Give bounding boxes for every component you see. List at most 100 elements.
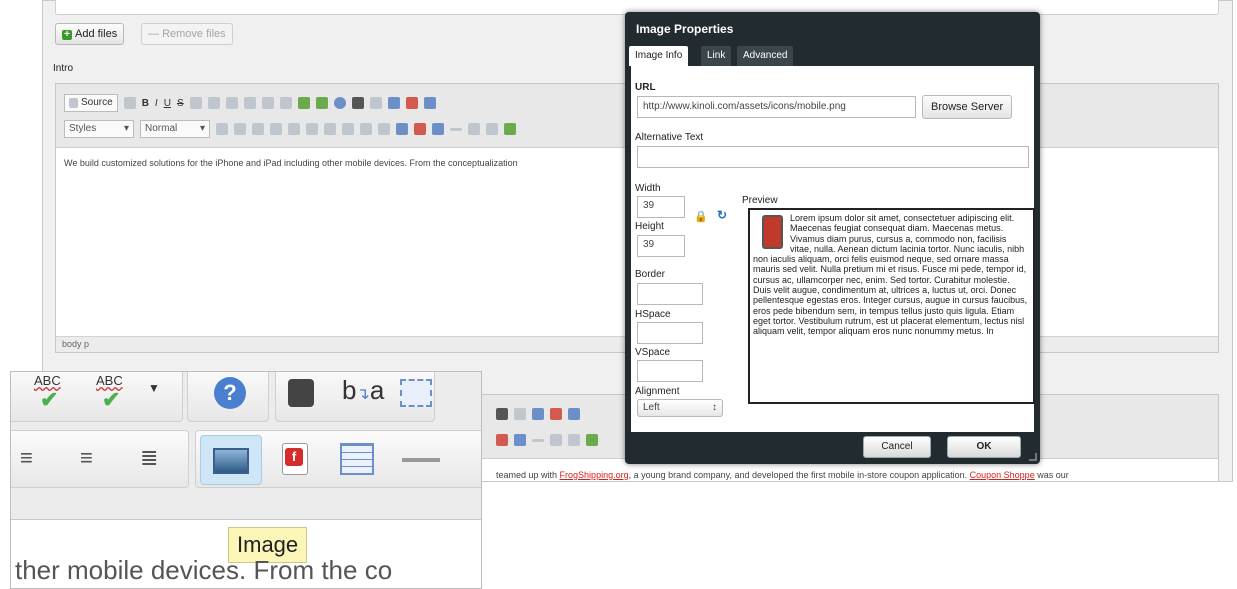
url-input[interactable]: http://www.kinoli.com/assets/icons/mobil… (637, 96, 916, 118)
border-input[interactable] (637, 283, 703, 305)
find-icon[interactable] (351, 97, 364, 109)
bulleted-list-icon[interactable] (207, 97, 220, 109)
horizontal-rule-icon[interactable] (402, 458, 440, 462)
flash-icon[interactable] (496, 434, 508, 446)
numbered-list-icon[interactable] (189, 97, 202, 109)
chevron-down-icon: ▾ (199, 123, 205, 134)
page-break-icon[interactable] (568, 434, 580, 446)
mobile-phone-icon (762, 215, 783, 249)
templates-icon[interactable] (123, 97, 136, 109)
replace-icon[interactable]: b↴a (342, 375, 384, 406)
ok-button[interactable]: OK (947, 436, 1021, 458)
find-icon[interactable] (288, 379, 314, 407)
italic-icon[interactable]: I (155, 98, 158, 109)
image-button[interactable] (200, 435, 262, 485)
alt-text-input[interactable] (637, 146, 1029, 168)
bg-color-icon[interactable] (234, 123, 246, 135)
horizontal-rule-icon[interactable] (450, 127, 462, 131)
align-left-icon[interactable]: ≡ (20, 447, 33, 469)
height-input[interactable]: 39 (637, 235, 685, 257)
alignment-select[interactable]: Left ↕ (637, 399, 723, 417)
add-files-button[interactable]: + Add files (55, 23, 125, 45)
print-icon[interactable] (279, 97, 292, 109)
flash-icon[interactable] (414, 123, 426, 135)
outdent-icon[interactable] (252, 123, 264, 135)
flash-icon[interactable]: f (282, 443, 308, 475)
hspace-input[interactable] (637, 322, 703, 344)
cancel-button[interactable]: Cancel (863, 436, 931, 458)
blockquote-icon[interactable] (288, 123, 300, 135)
spellcheck-check-icon[interactable]: ✔ (40, 387, 58, 413)
lower-toolbar-row-2 (496, 429, 598, 451)
table-icon[interactable] (340, 443, 374, 475)
special-char-icon[interactable] (468, 123, 480, 135)
replace-icon[interactable] (514, 408, 526, 420)
styles-combo[interactable]: Styles ▾ (64, 120, 134, 138)
lower-link-frogshipping[interactable]: FrogShipping.org (560, 470, 629, 480)
help-icon[interactable]: ? (214, 377, 246, 409)
select-all-icon[interactable] (400, 379, 432, 407)
indent-icon[interactable] (270, 123, 282, 135)
replace-icon[interactable] (369, 97, 382, 109)
format-combo[interactable]: Normal ▾ (140, 120, 210, 138)
align-right-icon[interactable]: ≡ (80, 447, 93, 469)
vspace-label: VSpace (635, 347, 671, 358)
bold-icon[interactable]: B (142, 98, 149, 109)
spellcheck-menu-icon[interactable] (315, 97, 328, 109)
table-icon[interactable] (514, 434, 526, 446)
chevron-down-icon[interactable]: ▼ (148, 381, 160, 395)
help-icon[interactable] (333, 97, 346, 109)
lock-ratio-icon[interactable]: 🔒 (694, 210, 708, 223)
editor-body-text[interactable]: We build customized solutions for the iP… (64, 158, 634, 168)
maximize-icon[interactable] (423, 97, 436, 109)
resize-handle[interactable] (1029, 453, 1037, 461)
lower-body-text[interactable]: teamed up with FrogShipping.org, a young… (496, 470, 1218, 480)
spellcheck-icon[interactable] (297, 97, 310, 109)
iframe-icon[interactable] (586, 434, 598, 446)
remove-format-icon[interactable] (405, 97, 418, 109)
find-icon[interactable] (496, 408, 508, 420)
url-label: URL (635, 82, 656, 93)
underline-icon[interactable]: U (164, 98, 171, 109)
select-all-icon[interactable] (532, 408, 544, 420)
border-label: Border (635, 269, 666, 280)
maximize-icon[interactable] (568, 408, 580, 420)
special-char-icon[interactable] (550, 434, 562, 446)
page-break-icon[interactable] (486, 123, 498, 135)
preview-text: Lorem ipsum dolor sit amet, consectetuer… (753, 213, 1028, 337)
align-center-icon[interactable] (342, 123, 354, 135)
lower-link-coupon-shoppe[interactable]: Coupon Shoppe (970, 470, 1035, 480)
horizontal-rule-icon[interactable] (532, 438, 544, 442)
anchor-icon[interactable] (261, 97, 274, 109)
tab-link[interactable]: Link (701, 46, 732, 66)
link-icon[interactable] (225, 97, 238, 109)
replace-b: b (342, 375, 357, 405)
element-path[interactable]: body p (62, 339, 89, 349)
width-input[interactable]: 39 (637, 196, 685, 218)
browse-server-button[interactable]: Browse Server (922, 95, 1013, 119)
select-all-icon[interactable] (387, 97, 400, 109)
image-icon[interactable] (396, 123, 408, 135)
remove-files-button[interactable]: — Remove files (141, 23, 233, 45)
vspace-input[interactable] (637, 360, 703, 382)
align-left-icon[interactable] (324, 123, 336, 135)
help-group: ? (187, 372, 269, 422)
reset-size-icon[interactable]: ↻ (717, 208, 727, 222)
strike-icon[interactable]: S (177, 98, 184, 109)
div-icon[interactable] (306, 123, 318, 135)
text-color-icon[interactable] (216, 123, 228, 135)
remove-format-icon[interactable] (550, 408, 562, 420)
source-button[interactable]: Source (64, 94, 118, 112)
unlink-icon[interactable] (243, 97, 256, 109)
flash-f-glyph: f (285, 448, 303, 466)
iframe-icon[interactable] (504, 123, 516, 135)
dialog-title[interactable]: Image Properties (636, 22, 733, 36)
spellcheck-menu-icon[interactable]: ✔ (102, 387, 120, 413)
dialog-body: URL http://www.kinoli.com/assets/icons/m… (631, 66, 1035, 432)
align-justify-icon[interactable]: ≣ (140, 447, 158, 469)
align-right-icon[interactable] (360, 123, 372, 135)
table-icon[interactable] (432, 123, 444, 135)
align-justify-icon[interactable] (378, 123, 390, 135)
tab-image-info[interactable]: Image Info (629, 46, 689, 66)
tab-advanced[interactable]: Advanced (737, 46, 794, 66)
